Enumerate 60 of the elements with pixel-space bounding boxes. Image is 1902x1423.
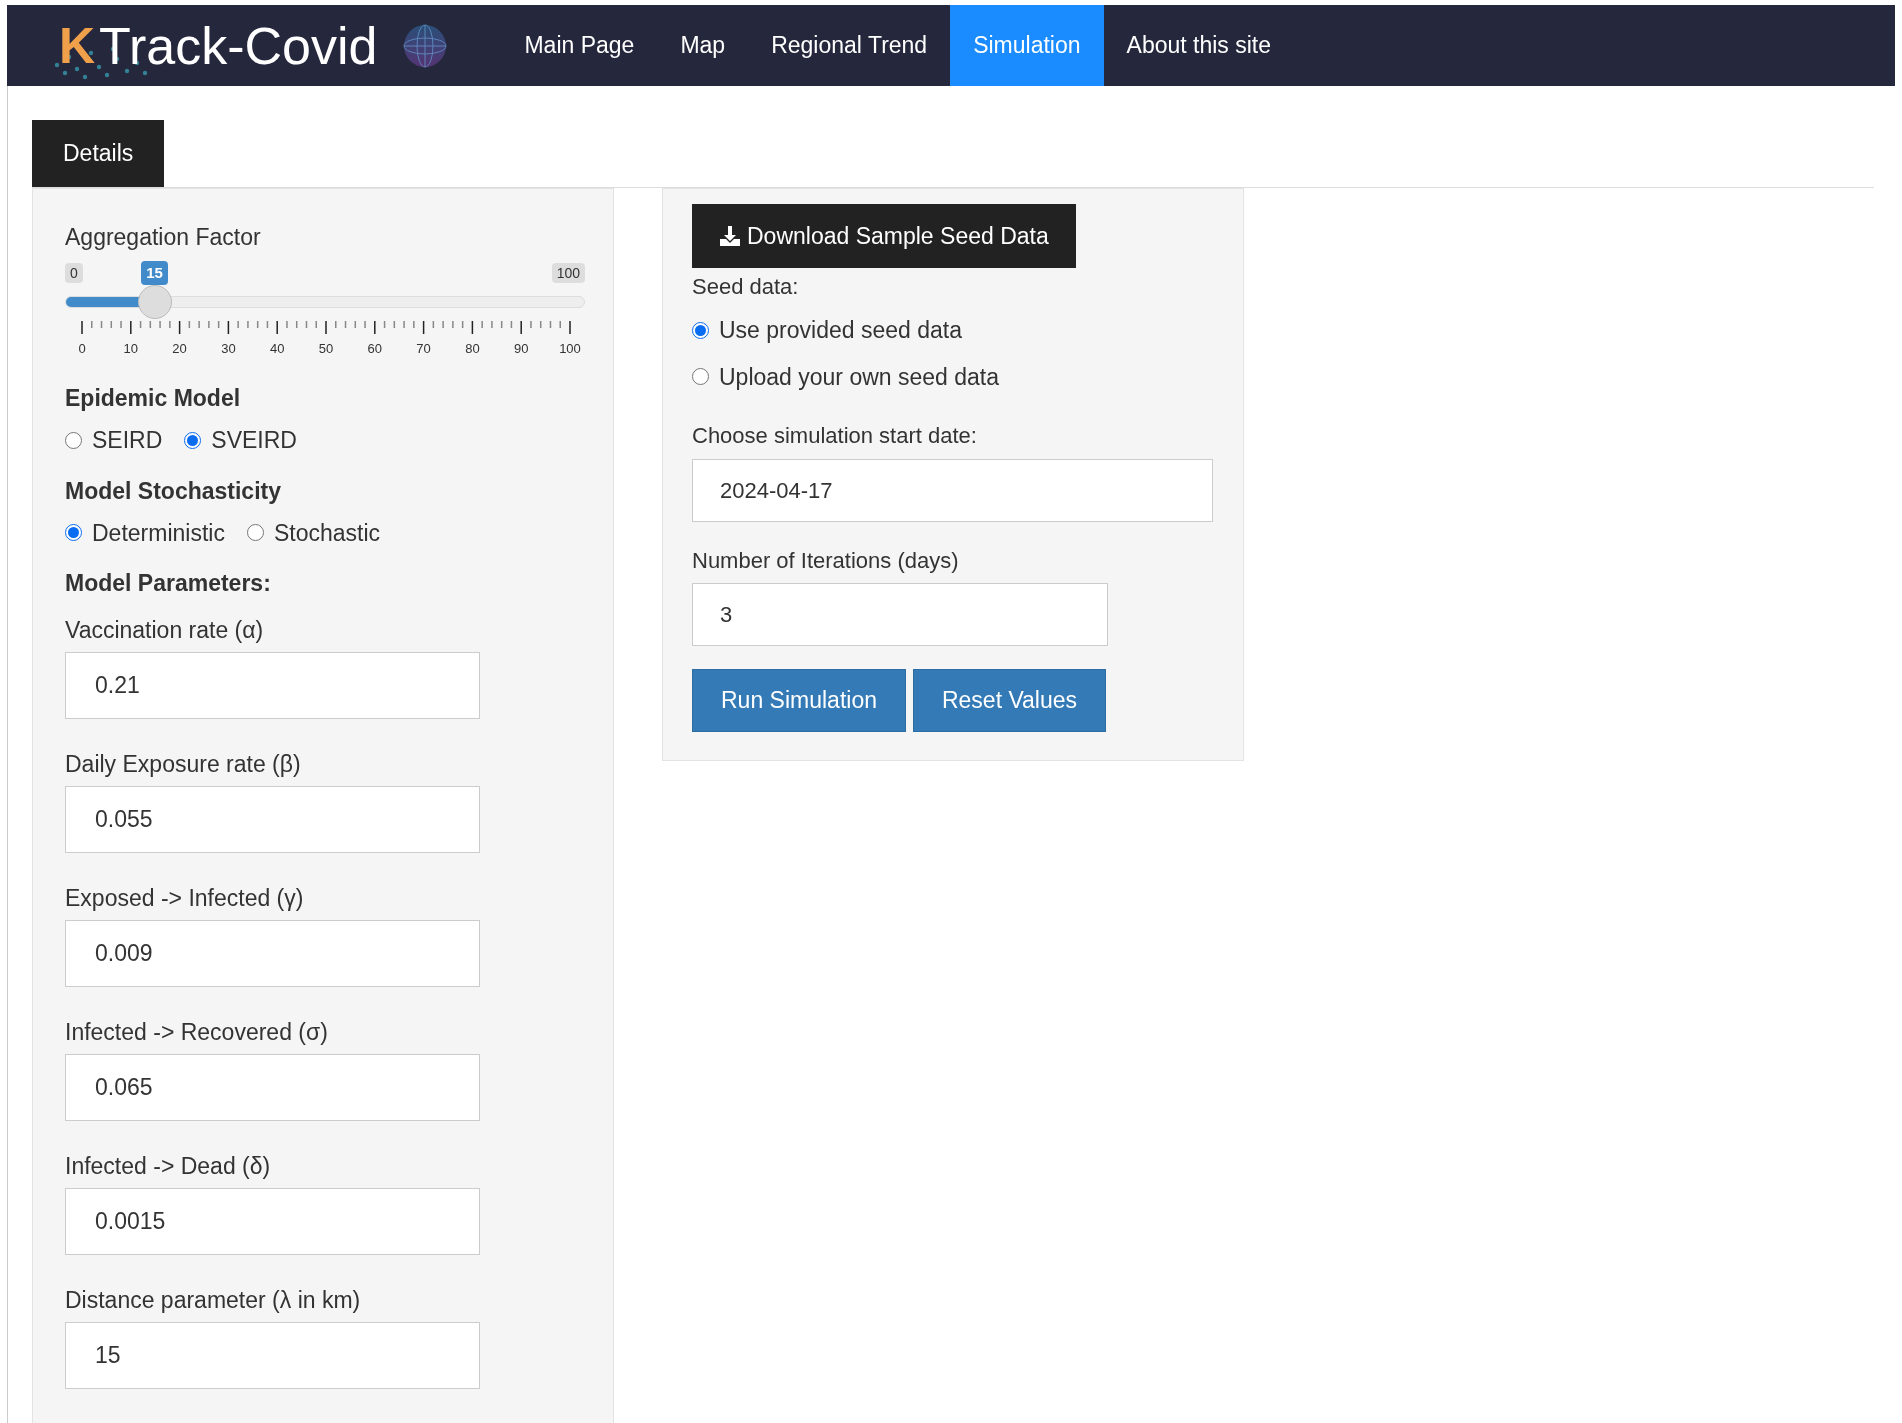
action-button[interactable]: Run Simulation	[692, 669, 906, 732]
field-label: Infected -> Dead (δ)	[65, 1152, 272, 1180]
input-field[interactable]: 3	[692, 583, 1108, 646]
radio-label: Upload your own seed data	[719, 362, 1000, 392]
tick-label: 10	[122, 340, 140, 358]
field-label: Infected -> Recovered (σ)	[65, 1018, 329, 1046]
details-tab[interactable]: Details	[32, 120, 165, 187]
radio-label: Deterministic	[92, 518, 225, 548]
nav-link[interactable]: Map	[657, 5, 749, 86]
field-label: Distance parameter (λ in km)	[65, 1286, 362, 1314]
slider-thumb[interactable]	[138, 285, 173, 319]
field-label: Vaccination rate (α)	[65, 616, 265, 644]
radio-button[interactable]	[692, 368, 709, 386]
field-label: Daily Exposure rate (β)	[65, 750, 302, 778]
date-field[interactable]: 2024-04-17	[692, 459, 1213, 522]
tick-label: 20	[171, 340, 188, 358]
nav-link[interactable]: Regional Trend	[748, 5, 951, 86]
download-button[interactable]: Download Sample Seed Data	[692, 204, 1076, 268]
field-label: Choose simulation start date:	[692, 422, 978, 450]
radio-label: Stochastic	[273, 518, 381, 548]
input-field[interactable]: 0.009	[65, 920, 480, 987]
tick-label: 30	[220, 340, 237, 358]
input-field[interactable]: 0.055	[65, 786, 480, 853]
slider-track[interactable]	[65, 296, 585, 308]
input-field[interactable]: 0.065	[65, 1054, 480, 1121]
slider-value-badge: 15	[141, 261, 168, 285]
field-label: Exposed -> Infected (γ)	[65, 884, 305, 912]
nav-link[interactable]: Main Page	[501, 5, 658, 86]
tick-label: 0	[77, 340, 87, 358]
group-title: Model Stochasticity	[65, 476, 282, 506]
logo-letter: K	[59, 20, 96, 71]
input-field[interactable]: 15	[65, 1322, 480, 1389]
slider-min-label: 0	[65, 263, 83, 283]
radio-button[interactable]	[65, 431, 82, 449]
site-title: Track-Covid	[99, 19, 378, 72]
input-field[interactable]: 0.0015	[65, 1188, 480, 1255]
radio-button[interactable]	[692, 321, 709, 339]
nav-link[interactable]: About this site	[1103, 5, 1295, 86]
tick-label: 50	[317, 340, 335, 358]
radio-button[interactable]	[246, 524, 264, 542]
download-icon	[719, 225, 741, 247]
radio-label: Use provided seed data	[719, 316, 962, 345]
radio-label: SVEIRD	[211, 426, 297, 455]
section-title: Model Parameters:	[65, 569, 272, 598]
tick-label: 90	[512, 340, 530, 358]
tick-label: 40	[268, 340, 286, 358]
group-title: Epidemic Model	[65, 384, 242, 413]
field-label: Seed data:	[692, 273, 800, 301]
input-field[interactable]: 0.21	[65, 652, 480, 719]
action-button[interactable]: Reset Values	[912, 669, 1107, 732]
field-label: Number of Iterations (days)	[692, 547, 960, 575]
radio-label: SEIRD	[92, 426, 163, 455]
tick-label: 100	[558, 340, 582, 358]
radio-button[interactable]	[184, 431, 202, 449]
tick-label: 80	[464, 340, 481, 358]
tick-label: 60	[366, 340, 384, 358]
slider-max-label: 100	[551, 263, 585, 283]
slider-label: Aggregation Factor	[65, 223, 262, 251]
tick-label: 70	[415, 340, 432, 358]
radio-button[interactable]	[65, 524, 82, 542]
